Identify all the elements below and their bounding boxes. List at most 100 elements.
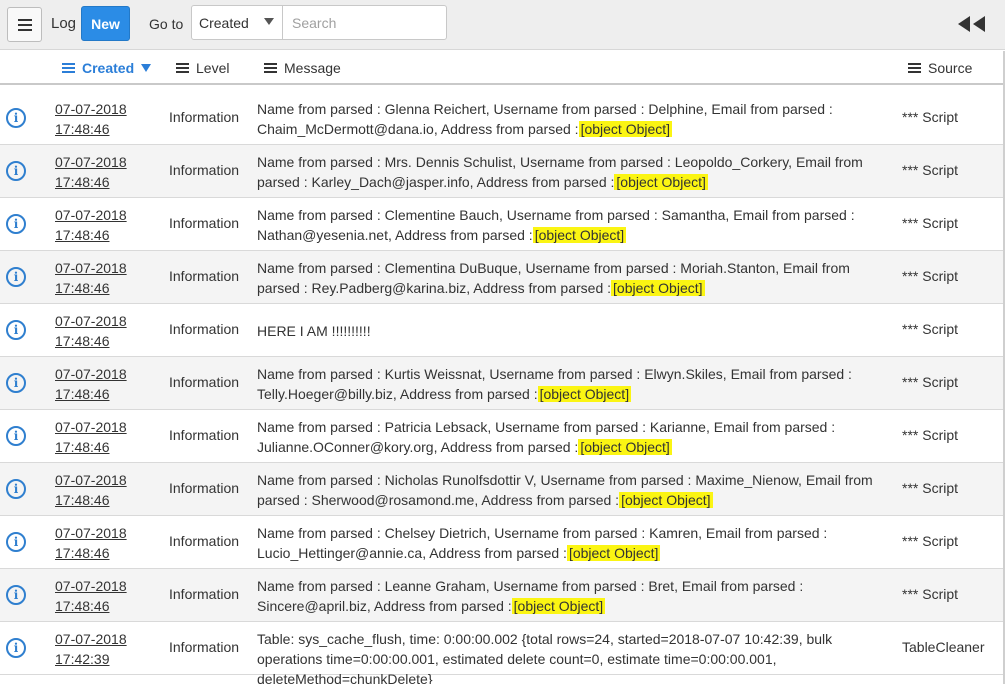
created-link[interactable]: 07-07-2018 17:48:46 (55, 258, 127, 298)
info-icon[interactable]: i (6, 532, 26, 552)
source-cell: *** Script (902, 586, 959, 602)
info-icon[interactable]: i (6, 638, 26, 658)
created-time: 17:48:46 (55, 174, 110, 190)
message-text: Table: sys_cache_flush, time: 0:00:00.00… (257, 631, 833, 684)
table-row: i 07-07-2018 17:48:46 Information Name fr… (0, 251, 1003, 304)
source-cell: *** Script (902, 427, 959, 443)
column-header-source[interactable]: Source (908, 60, 972, 76)
source-cell: *** Script (902, 268, 959, 284)
source-cell: *** Script (902, 109, 959, 125)
created-time: 17:48:46 (55, 227, 110, 243)
column-header-row: Created Level Message Source (0, 51, 1005, 85)
column-menu-icon[interactable] (176, 63, 189, 73)
goto-field-select[interactable]: Created (191, 5, 283, 40)
column-menu-icon[interactable] (264, 63, 277, 73)
source-cell: *** Script (902, 374, 959, 390)
level-cell: Information (169, 268, 240, 284)
info-icon[interactable]: i (6, 161, 26, 181)
created-date: 07-07-2018 (55, 419, 127, 435)
new-button[interactable]: New (81, 6, 130, 41)
table-row: i 07-07-2018 17:48:46 Information Name fr… (0, 516, 1003, 569)
message-text: Name from parsed : Mrs. Dennis Schulist,… (257, 154, 863, 190)
created-time: 17:48:46 (55, 280, 110, 296)
search-input[interactable] (282, 5, 447, 40)
created-time: 17:48:46 (55, 439, 110, 455)
created-link[interactable]: 07-07-2018 17:48:46 (55, 470, 127, 510)
message-cell: Name from parsed : Nicholas Runolfsdotti… (257, 470, 889, 510)
created-link[interactable]: 07-07-2018 17:48:46 (55, 152, 127, 192)
created-link[interactable]: 07-07-2018 17:48:46 (55, 99, 127, 139)
info-icon[interactable]: i (6, 426, 26, 446)
log-table-body: i 07-07-2018 17:48:46 Information Name fr… (0, 92, 1003, 684)
column-menu-icon[interactable] (908, 63, 921, 73)
created-date: 07-07-2018 (55, 154, 127, 170)
highlighted-text: [object Object] (566, 545, 661, 561)
source-cell: *** Script (902, 480, 959, 496)
level-cell: Information (169, 533, 240, 549)
message-cell: Name from parsed : Chelsey Dietrich, Use… (257, 523, 889, 563)
message-cell: Name from parsed : Kurtis Weissnat, User… (257, 364, 889, 404)
created-link[interactable]: 07-07-2018 17:48:46 (55, 523, 127, 563)
created-link[interactable]: 07-07-2018 17:48:46 (55, 311, 127, 351)
message-text: Name from parsed : Clementina DuBuque, U… (257, 260, 850, 296)
info-icon[interactable]: i (6, 373, 26, 393)
created-time: 17:48:46 (55, 386, 110, 402)
info-icon[interactable]: i (6, 320, 26, 340)
highlighted-text: [object Object] (537, 386, 632, 402)
message-cell: Table: sys_cache_flush, time: 0:00:00.00… (257, 629, 889, 684)
message-cell: Name from parsed : Leanne Graham, Userna… (257, 576, 889, 616)
toolbar: Log New Go to Created (0, 0, 1005, 50)
level-cell: Information (169, 427, 240, 443)
created-time: 17:48:46 (55, 492, 110, 508)
double-chevron-left-icon[interactable] (958, 15, 988, 33)
created-date: 07-07-2018 (55, 260, 127, 276)
table-row: i 07-07-2018 17:48:46 Information Name fr… (0, 357, 1003, 410)
message-text: Name from parsed : Nicholas Runolfsdotti… (257, 472, 873, 508)
info-icon[interactable]: i (6, 214, 26, 234)
info-icon[interactable]: i (6, 479, 26, 499)
created-link[interactable]: 07-07-2018 17:48:46 (55, 576, 127, 616)
column-menu-icon[interactable] (62, 63, 75, 73)
level-cell: Information (169, 215, 240, 231)
goto-label: Go to (149, 16, 184, 32)
info-icon[interactable]: i (6, 108, 26, 128)
info-icon[interactable]: i (6, 267, 26, 287)
source-cell: *** Script (902, 533, 959, 549)
level-cell: Information (169, 586, 240, 602)
hamburger-menu-button[interactable] (7, 7, 42, 42)
level-cell: Information (169, 321, 240, 337)
message-cell: Name from parsed : Clementina DuBuque, U… (257, 258, 889, 298)
created-link[interactable]: 07-07-2018 17:42:39 (55, 629, 127, 669)
table-row: i 07-07-2018 17:48:46 Information Name fr… (0, 463, 1003, 516)
message-text: Name from parsed : Patricia Lebsack, Use… (257, 419, 836, 455)
level-cell: Information (169, 639, 240, 655)
source-cell: *** Script (902, 162, 959, 178)
highlighted-text: [object Object] (511, 598, 606, 614)
column-header-level-label: Level (196, 60, 230, 76)
message-cell: Name from parsed : Glenna Reichert, User… (257, 99, 889, 139)
created-link[interactable]: 07-07-2018 17:48:46 (55, 364, 127, 404)
highlighted-text: [object Object] (578, 121, 673, 137)
info-icon[interactable]: i (6, 585, 26, 605)
created-time: 17:48:46 (55, 121, 110, 137)
message-cell: Name from parsed : Mrs. Dennis Schulist,… (257, 152, 889, 192)
column-header-level[interactable]: Level (176, 60, 229, 76)
message-cell: Name from parsed : Patricia Lebsack, Use… (257, 417, 889, 457)
table-row: i 07-07-2018 17:48:46 Information Name fr… (0, 410, 1003, 463)
source-cell: TableCleaner (902, 639, 985, 655)
column-header-created[interactable]: Created (62, 60, 152, 76)
highlighted-text: [object Object] (611, 280, 705, 296)
created-date: 07-07-2018 (55, 207, 127, 223)
level-cell: Information (169, 162, 240, 178)
highlighted-text: [object Object] (619, 492, 713, 508)
created-link[interactable]: 07-07-2018 17:48:46 (55, 205, 127, 245)
caret-down-icon (264, 18, 274, 25)
column-header-message[interactable]: Message (264, 60, 341, 76)
highlighted-text: [object Object] (532, 227, 627, 243)
list-title: Log (51, 15, 77, 32)
created-link[interactable]: 07-07-2018 17:48:46 (55, 417, 127, 457)
created-time: 17:42:39 (55, 651, 110, 667)
created-time: 17:48:46 (55, 333, 110, 349)
column-header-source-label: Source (928, 60, 973, 76)
level-cell: Information (169, 480, 240, 496)
